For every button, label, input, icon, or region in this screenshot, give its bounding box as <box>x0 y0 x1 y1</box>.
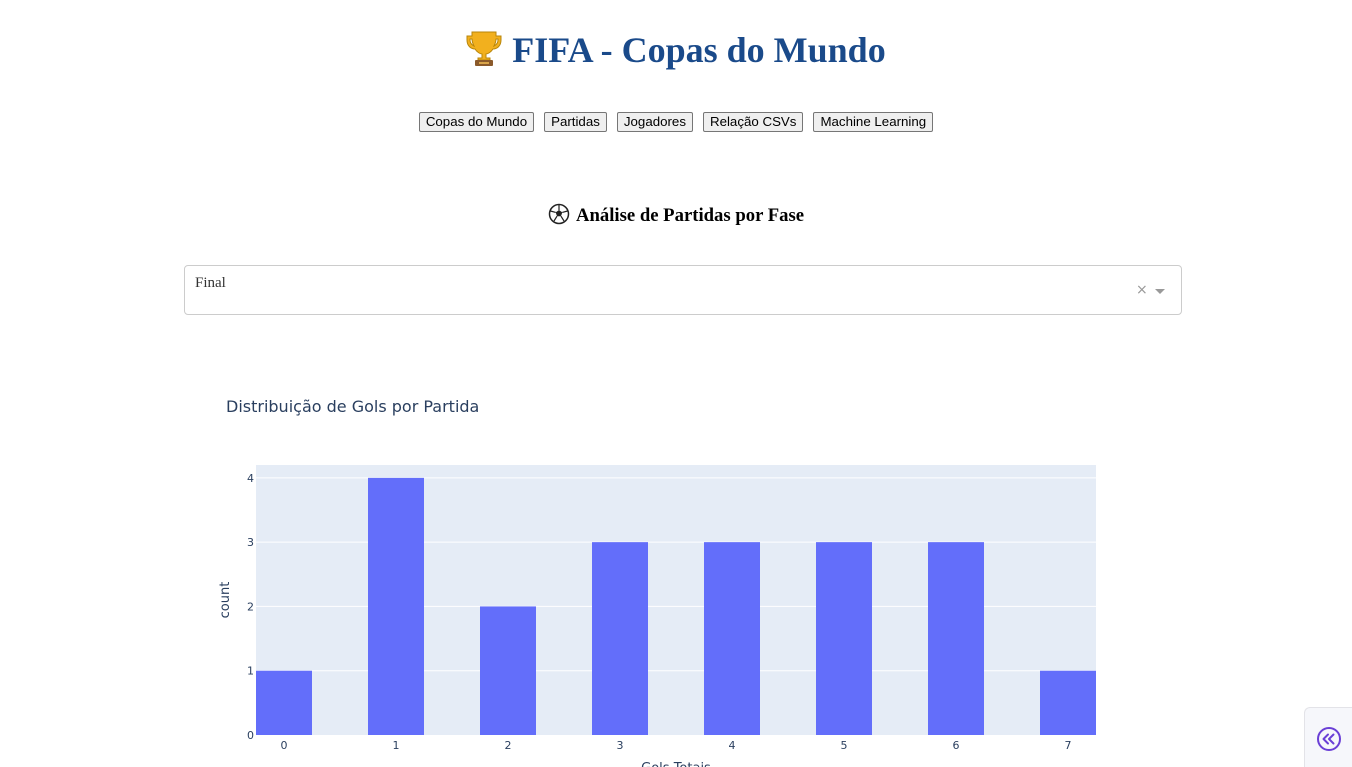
bar <box>592 542 648 735</box>
bar <box>1040 670 1096 735</box>
x-tick-label: 7 <box>1065 739 1072 752</box>
y-tick-label: 1 <box>247 665 254 678</box>
y-tick-label: 4 <box>247 472 254 485</box>
double-chevron-left-icon <box>1317 727 1341 751</box>
y-tick-label: 0 <box>247 729 254 742</box>
x-tick-label: 1 <box>393 739 400 752</box>
y-tick-label: 2 <box>247 600 254 613</box>
x-tick-label: 4 <box>729 739 736 752</box>
bar <box>816 542 872 735</box>
x-tick-label: 3 <box>617 739 624 752</box>
page: FIFA - Copas do Mundo Copas do Mundo Par… <box>0 0 1352 767</box>
bar <box>368 477 424 735</box>
bar <box>704 542 760 735</box>
sidebar-toggle-button[interactable] <box>1304 707 1352 767</box>
x-tick-label: 0 <box>281 739 288 752</box>
y-axis-title: count <box>218 582 233 619</box>
bar <box>928 542 984 735</box>
x-tick-label: 5 <box>841 739 848 752</box>
goals-distribution-chart: 0 1 2 3 4 0 1 2 3 4 5 6 7 count Gols Totais <box>218 465 1096 767</box>
x-tick-label: 6 <box>953 739 960 752</box>
x-tick-label: 2 <box>505 739 512 752</box>
x-axis-title: Gols Totais <box>641 761 711 767</box>
y-tick-label: 3 <box>247 536 254 549</box>
bar <box>256 670 312 735</box>
bar <box>480 606 536 735</box>
